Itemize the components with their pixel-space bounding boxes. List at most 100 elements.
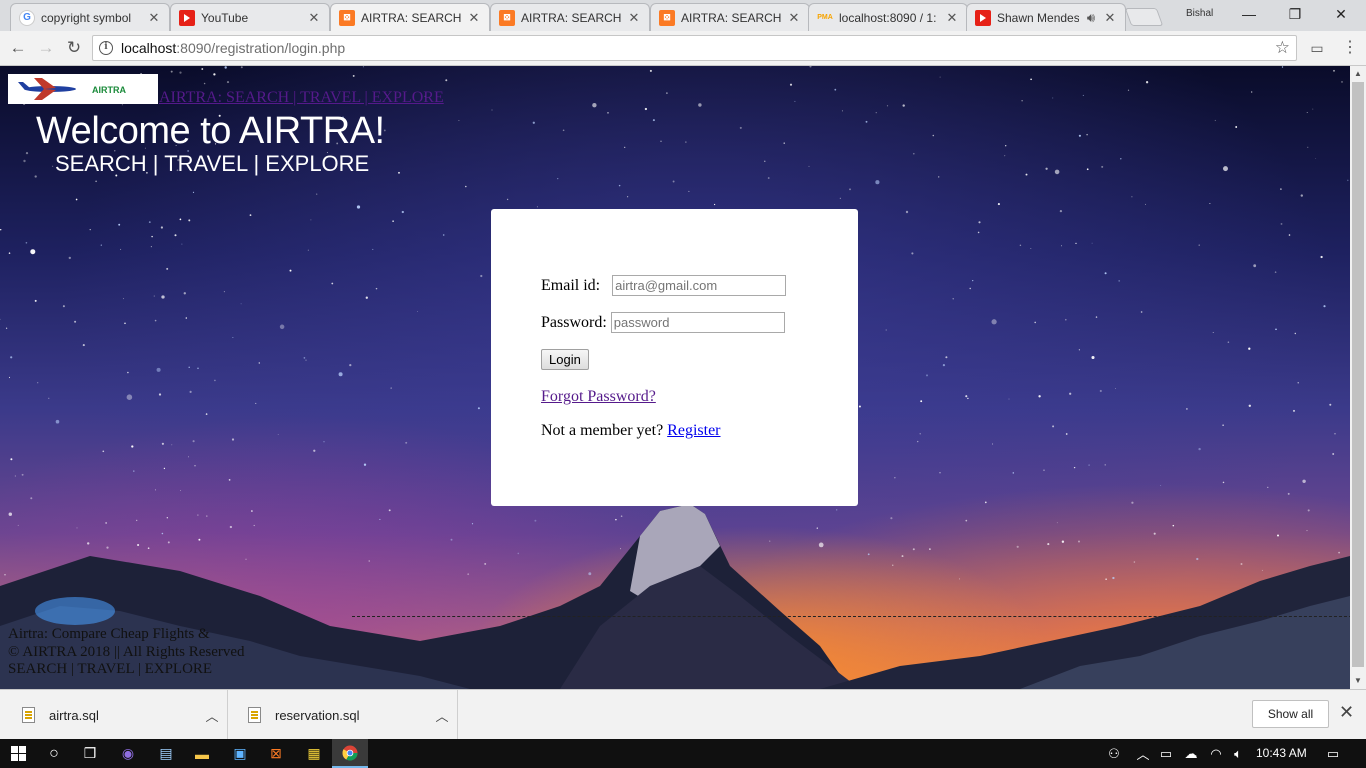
notepad-icon[interactable]: ▤ <box>148 739 184 768</box>
close-icon[interactable]: ✕ <box>787 10 801 26</box>
footer-copyright: © AIRTRA 2018 || All Rights Reserved <box>8 643 245 660</box>
tab-label: AIRTRA: SEARCH | <box>521 10 623 25</box>
email-field[interactable] <box>612 275 787 296</box>
close-window-icon[interactable]: ✕ <box>1318 4 1364 26</box>
volume-icon[interactable]: 🔈︎ <box>1228 739 1248 768</box>
reload-icon[interactable]: ↻ <box>62 36 86 60</box>
tab-phpmyadmin[interactable]: PMA localhost:8090 / 1: ✕ <box>808 3 968 31</box>
vertical-scrollbar[interactable]: ▲ ▼ <box>1350 66 1366 689</box>
tab-label: AIRTRA: SEARCH | <box>681 10 783 25</box>
login-button[interactable]: Login <box>541 349 589 370</box>
downloads-bar: airtra.sql ︿ reservation.sql ︿ Show all … <box>0 689 1366 740</box>
close-icon[interactable]: ✕ <box>945 10 959 26</box>
speaker-icon: 🔊︎ <box>1086 9 1096 25</box>
url-path: :8090/registration/login.php <box>176 40 346 56</box>
tab-copyright-symbol[interactable]: G copyright symbol ✕ <box>10 3 170 31</box>
download-name: airtra.sql <box>49 707 99 723</box>
windows-taskbar: ○ ❒ ◉ ▤ ▬ ▣ ⊠ ▦ ⚇ ︿ ▭ ☁ ◠ 🔈︎ 10:43 AM ▭ <box>0 739 1366 768</box>
youtube-icon <box>179 9 195 26</box>
paint-icon[interactable]: ▦ <box>296 739 332 768</box>
scroll-down-icon[interactable]: ▼ <box>1350 673 1366 689</box>
forgot-password-link[interactable]: Forgot Password? <box>541 388 656 406</box>
google-icon: G <box>19 9 35 26</box>
file-explorer-icon[interactable]: ▬ <box>184 739 220 768</box>
file-icon <box>22 707 35 723</box>
close-icon[interactable]: ✕ <box>147 10 161 26</box>
people-icon[interactable]: ⚇ <box>1104 739 1124 768</box>
email-label: Email id: <box>541 276 601 294</box>
download-item[interactable]: reservation.sql ︿ <box>230 690 458 740</box>
cast-icon[interactable]: ▭ <box>1305 36 1329 60</box>
close-icon[interactable]: ✕ <box>467 10 481 26</box>
xampp-icon: ⊠ <box>339 9 355 26</box>
close-icon[interactable]: ✕ <box>307 10 321 26</box>
register-prompt: Not a member yet? Register <box>541 422 721 440</box>
tab-airtra-2[interactable]: ⊠ AIRTRA: SEARCH | ✕ <box>490 3 650 31</box>
tab-shawn-mendes[interactable]: Shawn Mendes 🔊︎ ✕ <box>966 3 1126 31</box>
xampp-taskbar-icon[interactable]: ⊠ <box>258 739 294 768</box>
url-host: localhost <box>121 40 177 56</box>
show-all-button[interactable]: Show all <box>1252 700 1329 728</box>
profile-name[interactable]: Bishal <box>1186 8 1213 19</box>
footer-line-1: Airtra: Compare Cheap Flights & <box>8 626 210 642</box>
windows-start-icon[interactable] <box>0 739 36 768</box>
system-clock[interactable]: 10:43 AM <box>1256 739 1307 768</box>
login-form-card: Email id: Password: Login Forgot Passwor… <box>491 209 858 506</box>
logo-text: AIRTRA <box>92 85 126 95</box>
page-content: AIRTRA AIRTRA: SEARCH | TRAVEL | EXPLORE… <box>0 66 1350 689</box>
tab-label: localhost:8090 / 1: <box>839 10 937 25</box>
register-link[interactable]: Register <box>667 422 720 439</box>
welcome-title: Welcome to AIRTRA! <box>36 110 385 152</box>
footer: Airtra: Compare Cheap Flights & © AIRTRA… <box>8 626 245 679</box>
download-item[interactable]: airtra.sql ︿ <box>0 690 228 740</box>
chevron-up-icon[interactable]: ︿ <box>1134 739 1152 768</box>
email-row: Email id: <box>541 275 787 296</box>
chevron-up-icon[interactable]: ︿ <box>197 706 227 725</box>
xampp-icon: ⊠ <box>659 9 675 26</box>
site-title-link[interactable]: AIRTRA: SEARCH | TRAVEL | EXPLORE <box>159 89 444 107</box>
minimize-icon[interactable]: — <box>1226 4 1272 26</box>
onedrive-icon[interactable]: ☁ <box>1180 739 1202 768</box>
tab-youtube[interactable]: YouTube ✕ <box>170 3 330 31</box>
tab-airtra-3[interactable]: ⊠ AIRTRA: SEARCH | ✕ <box>650 3 810 31</box>
youtube-icon <box>975 9 991 26</box>
battery-icon[interactable]: ▭ <box>1156 739 1176 768</box>
back-icon[interactable]: ← <box>6 36 30 60</box>
info-icon[interactable]: i <box>99 41 113 55</box>
close-icon[interactable]: ✕ <box>627 10 641 26</box>
password-label: Password: <box>541 313 607 331</box>
member-text: Not a member yet? <box>541 422 664 439</box>
close-icon[interactable]: ✕ <box>1103 10 1117 26</box>
viber-icon[interactable]: ◉ <box>110 739 146 768</box>
xampp-icon: ⊠ <box>499 9 515 26</box>
tab-airtra-active[interactable]: ⊠ AIRTRA: SEARCH | ✕ <box>330 3 490 31</box>
maximize-icon[interactable]: ❐ <box>1272 4 1318 26</box>
forward-icon[interactable]: → <box>34 36 58 60</box>
cortana-icon[interactable]: ○ <box>36 739 72 768</box>
footer-divider <box>352 616 1350 617</box>
browser-toolbar: ← → ↻ i localhost:8090/registration/logi… <box>0 31 1366 66</box>
scroll-up-icon[interactable]: ▲ <box>1350 66 1366 82</box>
tab-label: AIRTRA: SEARCH | <box>361 10 463 25</box>
chrome-taskbar-icon[interactable] <box>332 739 368 768</box>
phpmyadmin-icon: PMA <box>817 14 833 21</box>
file-icon <box>248 707 261 723</box>
tab-label: YouTube <box>201 10 249 25</box>
password-field[interactable] <box>610 312 785 333</box>
airplane-logo-icon: AIRTRA <box>18 78 126 100</box>
new-tab-button[interactable] <box>1124 8 1164 26</box>
welcome-subtitle: SEARCH | TRAVEL | EXPLORE <box>55 151 370 176</box>
task-view-icon[interactable]: ❒ <box>72 739 108 768</box>
wifi-icon[interactable]: ◠ <box>1206 739 1226 768</box>
tab-label: copyright symbol <box>41 10 132 25</box>
address-bar[interactable]: i localhost:8090/registration/login.php … <box>92 35 1297 61</box>
tab-label: Shawn Mendes <box>997 10 1079 25</box>
airtra-logo[interactable]: AIRTRA <box>8 74 158 104</box>
menu-icon[interactable]: ⋮ <box>1338 36 1362 60</box>
scroll-thumb[interactable] <box>1352 82 1364 667</box>
store-icon[interactable]: ▣ <box>222 739 258 768</box>
chevron-up-icon[interactable]: ︿ <box>427 706 457 725</box>
notifications-icon[interactable]: ▭ <box>1320 739 1346 768</box>
bookmark-star-icon[interactable]: ☆ <box>1275 38 1290 58</box>
close-downloads-icon[interactable]: ✕ <box>1339 702 1354 723</box>
